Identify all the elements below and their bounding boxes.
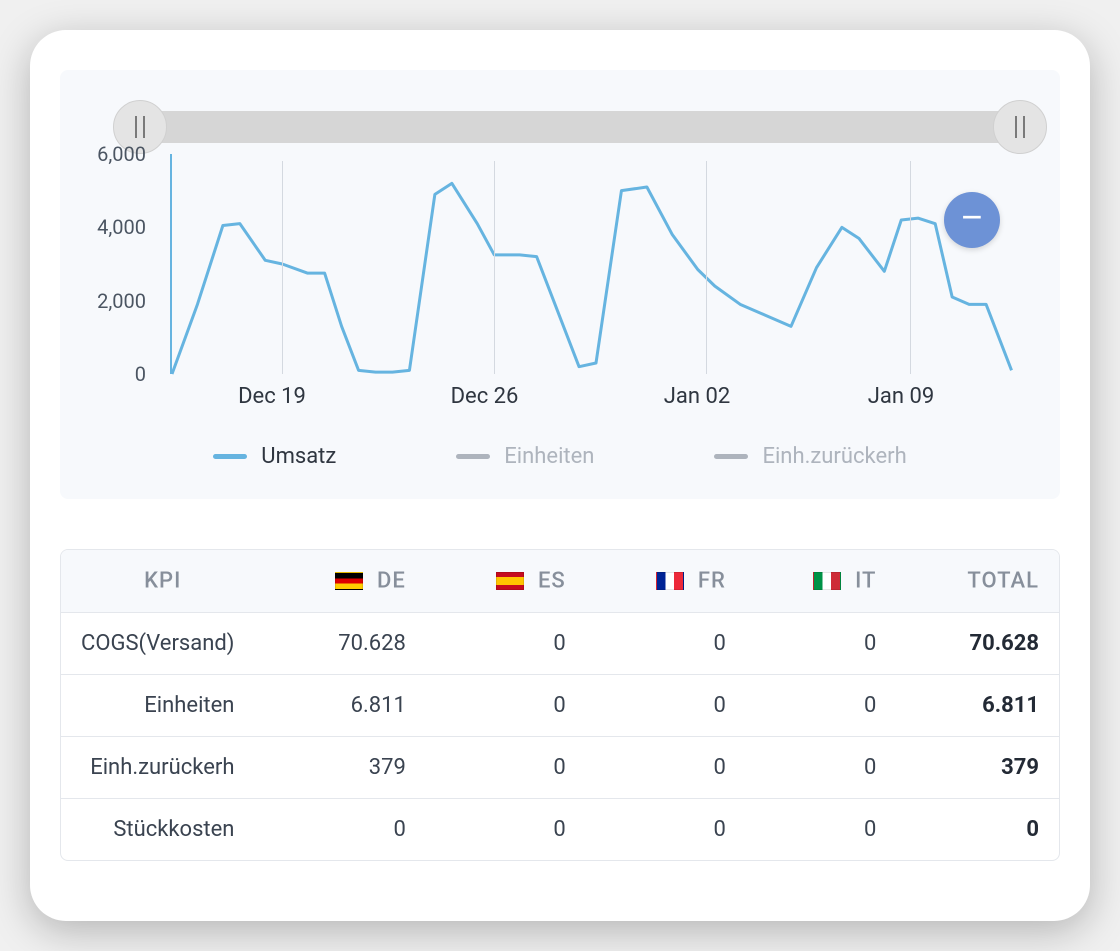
cell-it: 0	[746, 674, 897, 736]
cell-es: 0	[426, 736, 586, 798]
line-chart: 02,0004,0006,000 – Dec 19Dec 26Jan 02Jan…	[90, 154, 1020, 404]
legend-item[interactable]: Umsatz	[213, 444, 336, 469]
x-tick: Dec 19	[238, 384, 306, 409]
slider-track	[140, 111, 1020, 143]
cell-es: 0	[426, 798, 586, 860]
chart-legend: Umsatz Einheiten Einh.zurückerh	[80, 444, 1040, 469]
gridline	[910, 161, 911, 374]
col-total: TOTAL	[896, 550, 1059, 612]
table-row: Stückkosten00000	[61, 798, 1059, 860]
cell-es: 0	[426, 674, 586, 736]
x-tick: Jan 09	[868, 384, 934, 409]
cell-kpi: Einheiten	[61, 674, 264, 736]
table-row: Einheiten6.8110006.811	[61, 674, 1059, 736]
cell-kpi: COGS(Versand)	[61, 612, 264, 674]
chart-plot: –	[170, 154, 1020, 374]
cell-total: 6.811	[896, 674, 1059, 736]
dashboard-card: 0 2,000 4,000 6,000 – Dec 19 Dec 26 Jan 02 Jan…	[30, 30, 1090, 921]
flag-es-icon	[496, 572, 524, 590]
minus-fab[interactable]: –	[944, 192, 1000, 248]
flag-fr-icon	[656, 572, 684, 590]
cell-it: 0	[746, 612, 897, 674]
legend-label: Einheiten	[504, 444, 594, 469]
col-fr: FR	[586, 550, 746, 612]
col-es: ES	[426, 550, 586, 612]
table-row: COGS(Versand)70.62800070.628	[61, 612, 1059, 674]
gridline	[706, 161, 707, 374]
cell-kpi: Einh.zurückerh	[61, 736, 264, 798]
col-it: IT	[746, 550, 897, 612]
cell-de: 379	[264, 736, 425, 798]
date-range-slider[interactable]	[140, 100, 1020, 154]
cell-total: 379	[896, 736, 1059, 798]
x-axis: Dec 19 Dec 26 Jan 02 Jan 09	[170, 384, 1020, 414]
cell-it: 0	[746, 736, 897, 798]
table-row: Einh.zurückerh379000379	[61, 736, 1059, 798]
legend-swatch-icon	[714, 454, 748, 459]
cell-fr: 0	[586, 612, 746, 674]
cell-fr: 0	[586, 736, 746, 798]
cell-kpi: Stückkosten	[61, 798, 264, 860]
cell-total: 70.628	[896, 612, 1059, 674]
slider-handle-right[interactable]	[993, 100, 1047, 154]
legend-label: Umsatz	[261, 444, 336, 469]
flag-de-icon	[335, 572, 363, 590]
cell-de: 6.811	[264, 674, 425, 736]
flag-it-icon	[813, 572, 841, 590]
gridline	[282, 161, 283, 374]
legend-swatch-icon	[456, 454, 490, 459]
legend-swatch-icon	[213, 454, 247, 459]
cell-fr: 0	[586, 674, 746, 736]
cell-total: 0	[896, 798, 1059, 860]
cell-es: 0	[426, 612, 586, 674]
cell-it: 0	[746, 798, 897, 860]
y-tick: 0	[135, 362, 146, 386]
legend-label: Einh.zurückerh	[762, 444, 906, 469]
col-kpi: KPI	[61, 550, 264, 612]
kpi-table: KPI DE ES FR IT TOTAL COGS(Versand)70.62…	[60, 549, 1060, 861]
cell-de: 70.628	[264, 612, 425, 674]
y-tick: 4,000	[97, 215, 146, 239]
legend-item[interactable]: Einheiten	[456, 444, 594, 469]
y-tick: 2,000	[97, 289, 146, 313]
y-axis: 02,0004,0006,000	[90, 154, 160, 374]
col-de: DE	[264, 550, 425, 612]
cell-fr: 0	[586, 798, 746, 860]
chart-panel: 0 2,000 4,000 6,000 – Dec 19 Dec 26 Jan 02 Jan…	[60, 70, 1060, 499]
y-tick: 6,000	[97, 142, 146, 166]
cell-de: 0	[264, 798, 425, 860]
gridline	[494, 161, 495, 374]
table-header-row: KPI DE ES FR IT TOTAL	[61, 550, 1059, 612]
x-tick: Dec 26	[451, 384, 519, 409]
x-tick: Jan 02	[664, 384, 730, 409]
legend-item[interactable]: Einh.zurückerh	[714, 444, 906, 469]
